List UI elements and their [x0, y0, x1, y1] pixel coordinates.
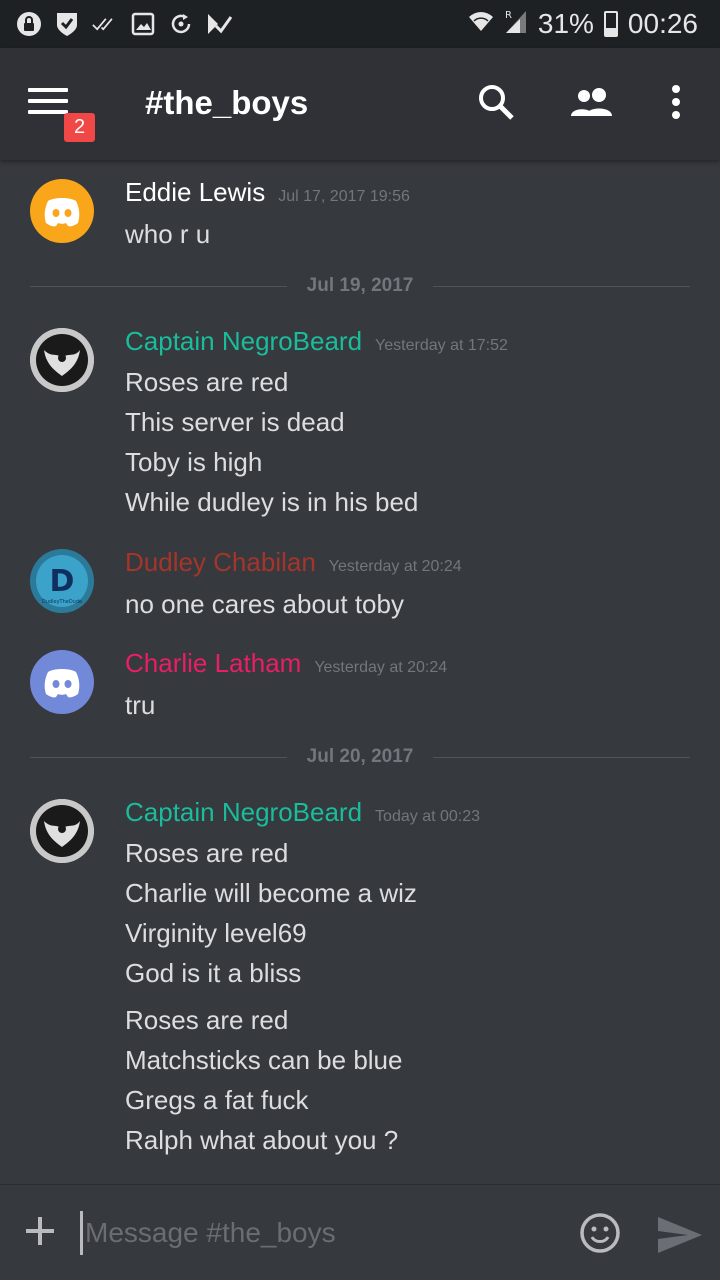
message-line: Gregs a fat fuck — [125, 1085, 309, 1115]
message-header: Captain NegroBeard Today at 00:23 — [125, 797, 480, 828]
message-timestamp: Yesterday at 17:52 — [375, 337, 508, 354]
message-composer — [0, 1184, 720, 1280]
message-body: who r u — [125, 214, 210, 254]
battery-icon — [603, 11, 618, 37]
message-line: Toby is high — [125, 447, 263, 477]
cell-signal-icon: R — [504, 8, 528, 41]
message-timestamp: Jul 17, 2017 19:56 — [278, 188, 410, 205]
discord-logo-icon — [44, 669, 80, 698]
message-header: Captain NegroBeard Yesterday at 17:52 — [125, 326, 508, 357]
message-line: Virginity level69 — [125, 918, 307, 948]
add-attachment-button[interactable] — [24, 1215, 56, 1247]
message-timestamp: Yesterday at 20:24 — [328, 558, 462, 575]
message-line: Roses are red — [125, 367, 289, 397]
svg-text:D: D — [50, 564, 75, 599]
svg-text:DudleyTheDude: DudleyTheDude — [42, 599, 82, 605]
battery-fill — [605, 28, 616, 35]
message-header: Charlie Latham Yesterday at 20:24 — [125, 648, 447, 679]
message-body: no one cares about toby — [125, 584, 404, 624]
message-body: Roses are red Matchsticks can be blue Gr… — [125, 1000, 402, 1160]
sync-icon — [168, 11, 194, 37]
message-line: who r u — [125, 219, 211, 249]
members-icon[interactable] — [568, 80, 618, 124]
search-icon[interactable] — [474, 80, 518, 124]
wifi-icon — [468, 8, 494, 40]
channel-title: #the_boys — [145, 84, 309, 121]
date-divider-label: Jul 20, 2017 — [306, 746, 414, 767]
message-body: Roses are red This server is dead Toby i… — [125, 362, 418, 522]
message-line: Ralph what about you ? — [125, 1125, 399, 1155]
date-divider: Jul 19, 2017 — [30, 271, 691, 301]
hamburger-menu-icon[interactable] — [28, 88, 68, 118]
avatar[interactable] — [30, 650, 94, 714]
phoenix-avatar-icon — [30, 328, 94, 392]
message-line: This server is dead — [125, 407, 345, 437]
status-time: 00:26 — [627, 8, 698, 39]
avatar[interactable] — [30, 179, 94, 243]
avatar[interactable] — [30, 328, 94, 392]
avatar[interactable] — [30, 799, 94, 863]
author-name[interactable]: Captain NegroBeard — [125, 326, 362, 357]
notification-badge: 2 — [64, 113, 95, 142]
date-divider: Jul 20, 2017 — [30, 742, 691, 772]
message-line: tru — [125, 690, 156, 720]
message-header: Eddie Lewis Jul 17, 2017 19:56 — [125, 177, 410, 208]
message-line: Matchsticks can be blue — [125, 1045, 403, 1075]
date-divider-label: Jul 19, 2017 — [306, 275, 414, 296]
status-notification-icons — [16, 11, 232, 37]
avatar[interactable]: D DudleyTheDude — [30, 549, 94, 613]
message-header: Dudley Chabilan Yesterday at 20:24 — [125, 547, 462, 578]
battery-percent: 31% — [537, 8, 594, 39]
more-vert-icon[interactable] — [654, 80, 698, 124]
message-line: no one cares about toby — [125, 589, 404, 619]
message-body: Roses are red Charlie will become a wiz … — [125, 833, 417, 993]
discord-logo-icon — [44, 198, 80, 227]
author-name[interactable]: Captain NegroBeard — [125, 797, 362, 828]
status-system-area: R 31% 00:26 — [468, 8, 698, 41]
emoji-icon[interactable] — [579, 1212, 621, 1254]
status-bar: R 31% 00:26 — [0, 0, 720, 48]
message-timestamp: Today at 00:23 — [375, 808, 481, 825]
send-icon[interactable] — [656, 1215, 704, 1255]
channel-header: 2 #the_boys — [0, 48, 720, 160]
image-icon — [130, 11, 156, 37]
shield-check-icon — [54, 11, 80, 37]
phoenix-avatar-icon — [30, 799, 94, 863]
message-timestamp: Yesterday at 20:24 — [314, 659, 448, 676]
task-icon — [206, 11, 232, 37]
message-list[interactable]: Eddie Lewis Jul 17, 2017 19:56 who r u J… — [0, 160, 720, 1184]
svg-text:R: R — [505, 10, 512, 21]
vpn-lock-icon — [16, 11, 42, 37]
message-line: Charlie will become a wiz — [125, 878, 417, 908]
author-name[interactable]: Charlie Latham — [125, 648, 301, 679]
message-line: God is it a bliss — [125, 958, 302, 988]
message-input[interactable] — [80, 1211, 550, 1255]
message-line: Roses are red — [125, 838, 289, 868]
author-name[interactable]: Eddie Lewis — [125, 177, 265, 208]
double-check-icon — [92, 11, 118, 37]
message-line: Roses are red — [125, 1005, 289, 1035]
message-line: While dudley is in his bed — [125, 487, 419, 517]
author-name[interactable]: Dudley Chabilan — [125, 547, 316, 578]
message-body: tru — [125, 685, 155, 725]
d-logo-icon: D DudleyTheDude — [30, 549, 94, 613]
